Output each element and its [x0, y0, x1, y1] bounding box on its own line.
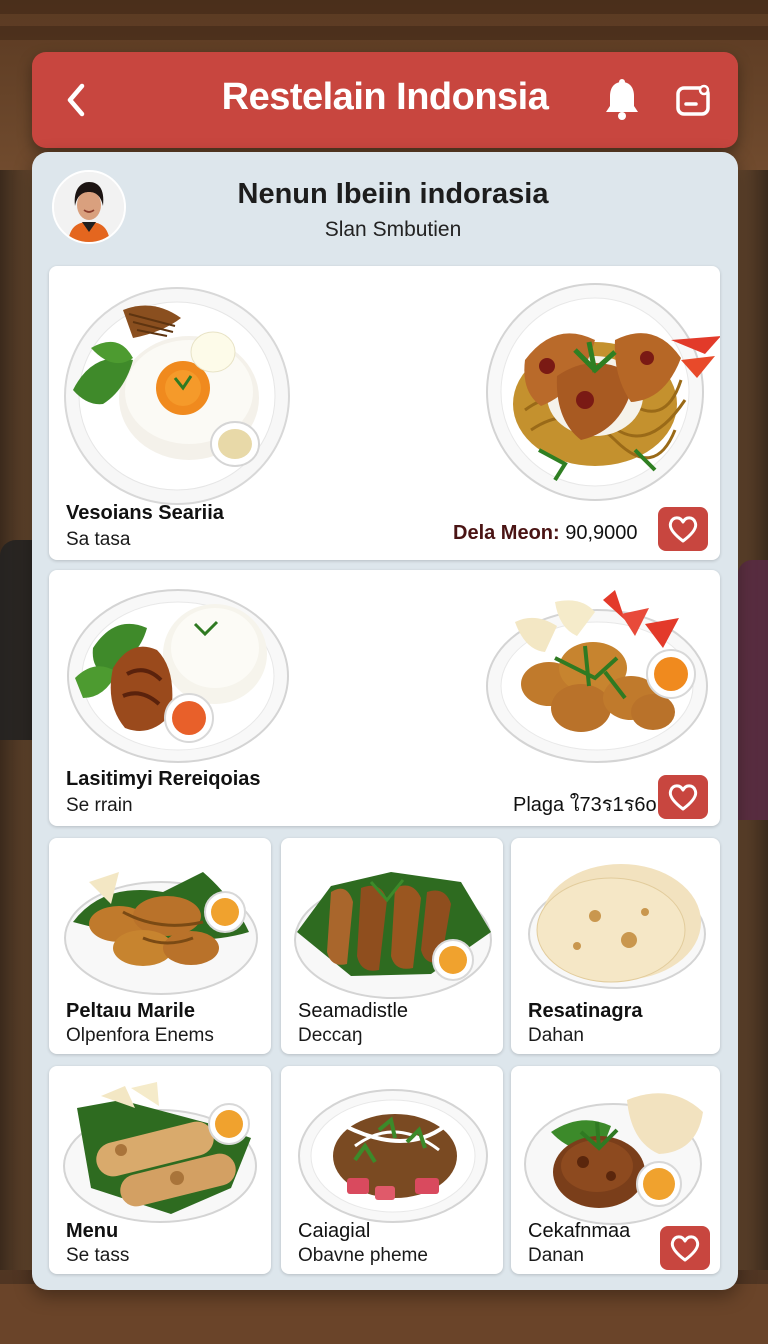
nasi-plate-image — [64, 287, 290, 505]
app-header: Restelain Indonsia — [32, 52, 738, 148]
menu-card[interactable]: Cekafnmaa Danan — [511, 1066, 720, 1274]
card-title: Vesoians Seariia — [66, 502, 224, 524]
menu-card[interactable]: Caiagial Obavne pheme — [281, 1066, 503, 1274]
menu-title: Nenun Ibeiin indorasia — [237, 178, 549, 210]
ceiling-beam — [0, 26, 768, 40]
fried-chicken-plate-image — [486, 590, 708, 763]
heart-icon — [670, 1235, 700, 1262]
card-title: Peltaıu Marile — [66, 1000, 195, 1022]
meatball-plate-image — [524, 1093, 703, 1225]
card-subtitle: Olpenfora Enems — [66, 1025, 214, 1046]
menu-card-featured[interactable]: Lasitimyi Rereiqoias Se rrain Plaga ใ73ร… — [49, 570, 720, 826]
bell-icon — [606, 79, 638, 120]
card-subtitle: Obavne pheme — [298, 1245, 428, 1266]
menu-card-featured[interactable]: Vesoians Seariia Sa tasa Dela Meon: 90,9… — [49, 266, 720, 560]
card-subtitle: Se rrain — [66, 795, 133, 816]
card-subtitle: Danan — [528, 1245, 584, 1266]
favorite-button[interactable] — [660, 1226, 710, 1270]
card-subtitle: Dahan — [528, 1025, 584, 1046]
cart-button[interactable] — [672, 76, 716, 124]
card-title: Lasitimyi Rereiqoias — [66, 768, 261, 790]
cart-icon — [676, 84, 710, 116]
spring-roll-plate-image — [63, 1082, 257, 1223]
menu-subtitle: Slan Smbutien — [324, 218, 462, 241]
favorite-button[interactable] — [658, 775, 708, 819]
crispy-chicken-plate-image — [64, 872, 258, 995]
rice-fried-chicken-plate-image — [67, 589, 289, 763]
menu-card[interactable]: Peltaıu Marile Olpenfora Enems — [49, 838, 271, 1054]
menu-card[interactable]: Seamadistle Deccaŋ — [281, 838, 503, 1054]
menu-card[interactable]: Resatinagra Dahan — [511, 838, 720, 1054]
card-title: Resatinagra — [528, 1000, 643, 1022]
card-subtitle: Sa tasa — [66, 529, 131, 550]
menu-card[interactable]: Menu Se tass — [49, 1066, 271, 1274]
heart-icon — [668, 784, 698, 811]
menu-panel: Nenun Ibeiin indorasia Slan Smbutien Ves… — [32, 152, 738, 1290]
background-floor — [0, 1284, 768, 1344]
ceiling-beam — [0, 0, 768, 14]
grilled-fish-plate-image — [294, 872, 492, 999]
background-diner — [738, 560, 768, 820]
fried-noodle-plate-image — [486, 283, 720, 501]
card-title: Cekafnmaa — [528, 1220, 631, 1242]
flatbread-plate-image — [528, 864, 706, 989]
price-label: Dela Meon: — [453, 522, 560, 544]
card-title: Caiagial — [298, 1220, 371, 1242]
price-text: Plaga ใ73ร1ร6o — [513, 794, 657, 816]
card-title: Seamadistle — [298, 1000, 409, 1022]
card-subtitle: Deccaŋ — [298, 1025, 363, 1046]
salad-plate-image — [298, 1089, 488, 1223]
favorite-button[interactable] — [658, 507, 708, 551]
background-diner — [0, 540, 34, 740]
card-subtitle: Se tass — [66, 1245, 130, 1266]
notification-button[interactable] — [600, 76, 644, 124]
price-text: Dela Meon: 90,9000 — [453, 522, 638, 545]
price-value: 90,9000 — [565, 522, 638, 544]
heart-icon — [668, 516, 698, 543]
card-title: Menu — [66, 1220, 119, 1242]
